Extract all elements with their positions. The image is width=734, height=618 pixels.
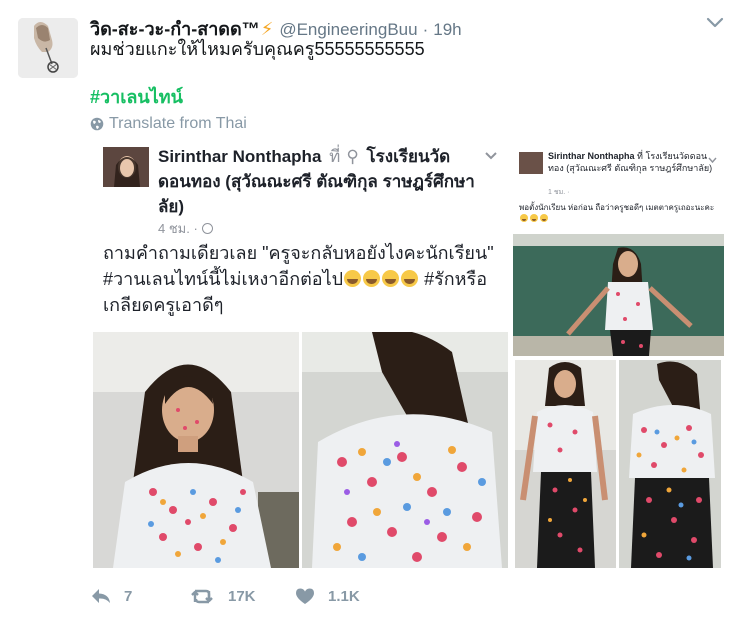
photo-teacher-front xyxy=(93,332,299,568)
retweet-count: 17K xyxy=(228,587,256,605)
post-body-line2a: #วานเลนไทน์นี้ไม่เหงาอีกต่อไป xyxy=(103,269,344,289)
laughing-emoji-icon xyxy=(344,270,362,287)
like-button[interactable]: 1.1K xyxy=(294,587,394,605)
embedded-post: Sirinthar Nonthapha ที่ ⚲ โรงเรียนวัดดอนท… xyxy=(90,138,510,570)
photo-teacher-back xyxy=(302,332,508,568)
reply-button[interactable]: 7 xyxy=(90,587,190,605)
photo-teacher-classroom xyxy=(513,234,724,356)
mini-post: Sirinthar Nonthapha ที่ โรงเรียนวัดดอนทอ… xyxy=(512,138,724,232)
post-at-word: ที่ xyxy=(329,147,341,166)
user-avatar-icon xyxy=(18,18,78,78)
laughing-emoji-icon xyxy=(401,270,419,287)
post-author-avatar xyxy=(103,147,149,187)
tweet-actions: 7 17K 1.1K xyxy=(90,583,394,609)
retweet-icon xyxy=(191,589,213,604)
reply-icon xyxy=(92,589,110,603)
mini-post-body: พอตั้งนักเรียน ห่อก่อน ถือว่าครูชอดีๆ เม… xyxy=(519,202,719,224)
laughing-emoji-icon xyxy=(382,270,400,287)
chevron-down-icon[interactable] xyxy=(706,16,724,30)
tweet-text: ผมช่วยแกะให้ไหมครับคุณครู55555555555 xyxy=(90,39,425,59)
privacy-globe-icon xyxy=(201,223,213,234)
laughing-emoji-icon xyxy=(540,214,548,222)
tweet: วิด-สะ-วะ-กำ-สาดด™ ⚡ @EngineeringBuu · 1… xyxy=(0,0,734,618)
post-body-line3: เกลียดครูเอาดีๆ xyxy=(103,295,224,315)
retweet-button[interactable]: 17K xyxy=(190,587,294,605)
photo-teacher-standing-back xyxy=(619,360,721,568)
translate-label: Translate from Thai xyxy=(109,115,247,132)
globe-icon xyxy=(90,117,104,131)
laughing-emoji-icon xyxy=(530,214,538,222)
post-body: ถามคำถามเดียวเลย "ครูจะกลับหอยังไงคะนักเ… xyxy=(103,240,503,318)
tweet-timestamp[interactable]: 19h xyxy=(433,20,461,40)
like-count: 1.1K xyxy=(328,587,360,605)
location-pin-icon: ⚲ xyxy=(346,147,359,166)
separator-dot: · xyxy=(422,20,429,39)
heart-icon xyxy=(296,588,314,604)
mini-post-at-word: ที่ xyxy=(637,151,643,161)
mini-post-avatar xyxy=(519,152,543,174)
post-body-line2b: #รักหรือ xyxy=(419,269,487,289)
post-header: Sirinthar Nonthapha ที่ ⚲ โรงเรียนวัดดอนท… xyxy=(158,144,478,219)
hashtag-link[interactable]: #วาเลนไทน์ xyxy=(90,82,183,111)
post-meta: 4 ชม. · xyxy=(158,218,213,239)
laughing-emoji-icon xyxy=(520,214,528,222)
tweet-media[interactable]: Sirinthar Nonthapha ที่ ⚲ โรงเรียนวัดดอนท… xyxy=(90,138,724,570)
mini-post-author: Sirinthar Nonthapha xyxy=(548,151,635,161)
post-time: 4 ชม. · xyxy=(158,221,198,236)
post-author-name[interactable]: Sirinthar Nonthapha xyxy=(158,147,321,166)
user-avatar[interactable] xyxy=(18,18,78,78)
tweet-header: วิด-สะ-วะ-กำ-สาดด™ ⚡ @EngineeringBuu · 1… xyxy=(90,14,462,39)
lightning-bolt-icon: ⚡ xyxy=(260,19,274,39)
translate-button[interactable]: Translate from Thai xyxy=(90,115,247,133)
user-handle[interactable]: @EngineeringBuu xyxy=(279,20,417,40)
photo-teacher-standing-front xyxy=(515,360,616,568)
mini-post-header: Sirinthar Nonthapha ที่ โรงเรียนวัดดอนทอ… xyxy=(548,150,713,174)
post-chevron-down-icon xyxy=(484,148,498,160)
post-body-line1: ถามคำถามเดียวเลย "ครูจะกลับหอยังไงคะนักเ… xyxy=(103,243,494,263)
laughing-emoji-icon xyxy=(363,270,381,287)
mini-post-time: 1 ชม. · xyxy=(548,189,570,196)
reply-count: 7 xyxy=(124,587,133,605)
mini-chevron-down-icon xyxy=(708,151,717,164)
mini-post-body-text: พอตั้งนักเรียน ห่อก่อน ถือว่าครูชอดีๆ เม… xyxy=(519,203,715,212)
